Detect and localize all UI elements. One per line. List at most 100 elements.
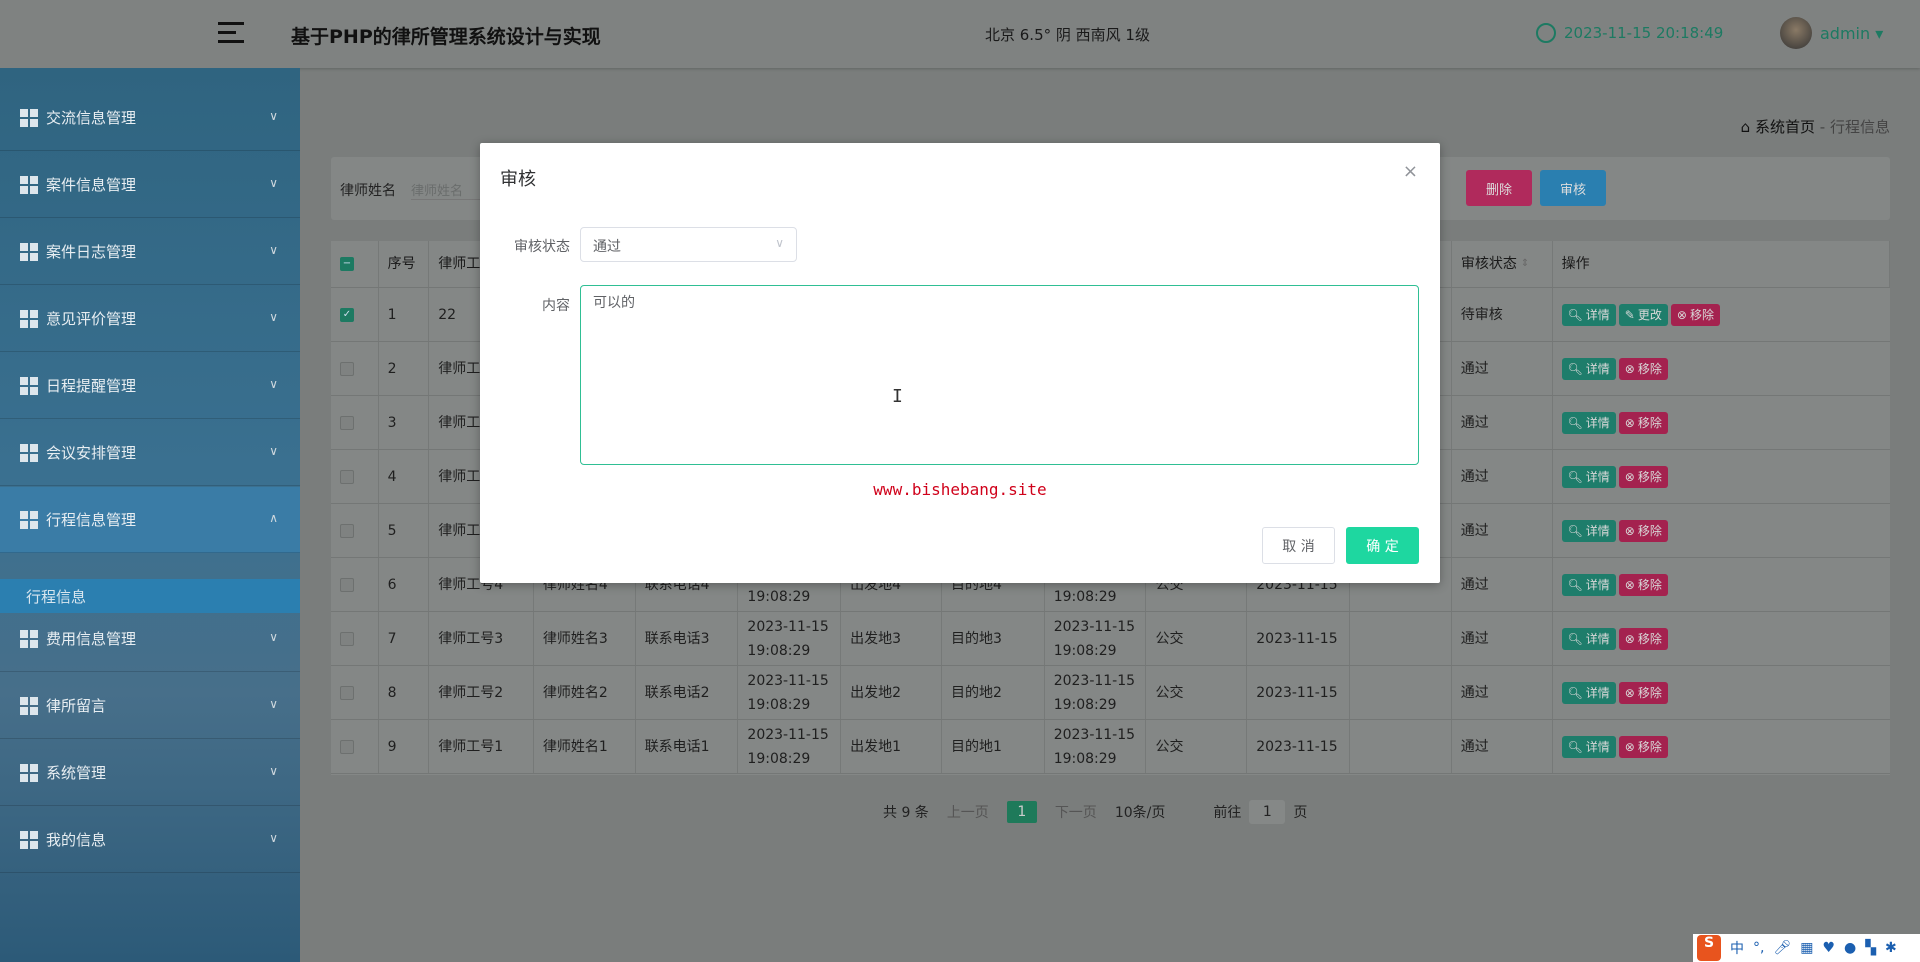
- action-0-button[interactable]: 🔍︎ 详情: [1561, 357, 1616, 380]
- user-icon: [20, 309, 38, 328]
- chevron-down-icon: ∨: [269, 109, 278, 123]
- user-menu[interactable]: admin ▾: [1780, 17, 1883, 49]
- breadcrumb-current: 行程信息: [1829, 118, 1890, 136]
- row-select[interactable]: [331, 342, 379, 395]
- select-all-checkbox[interactable]: −: [340, 257, 354, 271]
- table-row[interactable]: 8 律师工号2 律师姓名2 联系电话2 2023-11-15 19:08:29 出发地2 目…: [331, 666, 1890, 720]
- cell-actions: 🔍︎ 详情 ⊗ 移除: [1553, 558, 1890, 611]
- ime-mode[interactable]: 中: [1730, 938, 1744, 958]
- action-1-button[interactable]: ✎ 更改: [1618, 303, 1668, 326]
- action-0-button[interactable]: 🔍︎ 详情: [1561, 303, 1616, 326]
- breadcrumb-home[interactable]: 系统首页: [1755, 118, 1815, 136]
- action-1-button[interactable]: ⊗ 移除: [1618, 357, 1668, 380]
- sidebar-item-2[interactable]: 案件信息管理 ∨: [0, 152, 300, 218]
- row-checkbox[interactable]: [340, 523, 354, 538]
- row-checkbox[interactable]: [340, 361, 354, 376]
- delete-button[interactable]: 删除: [1466, 170, 1532, 206]
- username[interactable]: admin ▾: [1820, 24, 1883, 43]
- action-0-button[interactable]: 🔍︎ 详情: [1561, 573, 1616, 596]
- confirm-button[interactable]: 确 定: [1346, 527, 1419, 564]
- cancel-button[interactable]: 取 消: [1262, 527, 1335, 564]
- row-select[interactable]: [331, 558, 379, 611]
- sidebar-item-3[interactable]: 案件日志管理 ∨: [0, 219, 300, 285]
- action-0-button[interactable]: 🔍︎ 详情: [1561, 465, 1616, 488]
- sidebar-item-4[interactable]: 意见评价管理 ∨: [0, 286, 300, 352]
- action-1-button[interactable]: ⊗ 移除: [1618, 411, 1668, 434]
- apps-icon[interactable]: ▚: [1865, 940, 1876, 956]
- column-header[interactable]: 审核状态 ⇕: [1452, 241, 1553, 287]
- sort-icon[interactable]: ⇕: [1521, 252, 1529, 276]
- menu-toggle-icon[interactable]: [218, 22, 244, 44]
- row-select[interactable]: [331, 504, 379, 557]
- cell-index: 6: [379, 558, 430, 611]
- row-checkbox[interactable]: [340, 739, 354, 754]
- settings-icon[interactable]: ✱: [1885, 940, 1897, 956]
- sidebar-item-label: 案件日志管理: [46, 243, 137, 261]
- content-textarea[interactable]: 可以的: [580, 285, 1419, 465]
- sidebar-item-5[interactable]: 日程提醒管理 ∨: [0, 353, 300, 419]
- close-icon[interactable]: ×: [1403, 161, 1418, 182]
- row-select[interactable]: ✓: [331, 288, 379, 341]
- action-0-button[interactable]: 🔍︎ 详情: [1561, 411, 1616, 434]
- action-1-button[interactable]: ⊗ 移除: [1618, 465, 1668, 488]
- skin-icon[interactable]: ♥: [1822, 940, 1835, 956]
- card-icon: [20, 830, 38, 849]
- table-row[interactable]: 9 律师工号1 律师姓名1 联系电话1 2023-11-15 19:08:29 出发地1 目…: [331, 720, 1890, 774]
- table-cell: 公交: [1146, 612, 1248, 665]
- table-cell: 2023-11-15 19:08:29: [1045, 612, 1147, 665]
- table-cell: 目的地1: [942, 720, 1045, 773]
- sidebar-item-1[interactable]: 交流信息管理 ∨: [0, 85, 300, 151]
- action-1-button[interactable]: ⊗ 移除: [1618, 519, 1668, 542]
- table-row[interactable]: 7 律师工号3 律师姓名3 联系电话3 2023-11-15 19:08:29 出发地3 目…: [331, 612, 1890, 666]
- action-1-button[interactable]: ⊗ 移除: [1618, 681, 1668, 704]
- keyboard-icon[interactable]: ▦: [1800, 940, 1813, 956]
- goto-input[interactable]: 1: [1249, 800, 1286, 824]
- microphone-icon[interactable]: 🎤︎: [1773, 940, 1791, 956]
- row-checkbox[interactable]: ✓: [340, 307, 354, 322]
- sidebar-item-11[interactable]: 我的信息 ∨: [0, 807, 300, 873]
- next-page[interactable]: 下一页: [1055, 802, 1097, 822]
- row-select[interactable]: [331, 396, 379, 449]
- action-1-button[interactable]: ⊗ 移除: [1618, 735, 1668, 758]
- table-cell: [1350, 720, 1452, 773]
- page-size-select[interactable]: 10条/页: [1115, 802, 1166, 822]
- robot-icon[interactable]: ●: [1844, 940, 1856, 956]
- sidebar-item-6[interactable]: 会议安排管理 ∨: [0, 420, 300, 486]
- prev-page[interactable]: 上一页: [947, 802, 989, 822]
- row-select[interactable]: [331, 666, 379, 719]
- action-1-button[interactable]: ⊗ 移除: [1618, 627, 1668, 650]
- row-checkbox[interactable]: [340, 415, 354, 430]
- ime-toolbar[interactable]: S 中 °, 🎤︎ ▦ ♥ ● ▚ ✱: [1693, 934, 1920, 962]
- sidebar-subitem-trip[interactable]: 行程信息: [0, 579, 300, 613]
- action-label: 详情: [1585, 415, 1610, 430]
- app-title: 基于PHP的律所管理系统设计与实现: [291, 26, 601, 48]
- edit-icon: ✎: [1624, 307, 1635, 322]
- row-checkbox[interactable]: [340, 469, 354, 484]
- row-checkbox[interactable]: [340, 631, 354, 646]
- action-2-button[interactable]: ⊗ 移除: [1670, 303, 1720, 326]
- action-1-button[interactable]: ⊗ 移除: [1618, 573, 1668, 596]
- page-1[interactable]: 1: [1006, 801, 1037, 823]
- audit-button[interactable]: 审核: [1540, 170, 1606, 206]
- status-select[interactable]: 通过 ∨: [580, 227, 797, 262]
- action-0-button[interactable]: 🔍︎ 详情: [1561, 519, 1616, 542]
- action-0-button[interactable]: 🔍︎ 详情: [1561, 627, 1616, 650]
- action-0-button[interactable]: 🔍︎ 详情: [1561, 681, 1616, 704]
- action-label: 移除: [1637, 523, 1662, 538]
- row-checkbox[interactable]: [340, 685, 354, 700]
- sidebar-item-10[interactable]: 系统管理 ∨: [0, 740, 300, 806]
- table-cell: 2023-11-15 19:08:29: [738, 666, 842, 719]
- row-select[interactable]: [331, 450, 379, 503]
- row-checkbox[interactable]: [340, 577, 354, 592]
- row-select[interactable]: [331, 720, 379, 773]
- ime-punct[interactable]: °,: [1753, 940, 1764, 956]
- action-label: 详情: [1585, 361, 1610, 376]
- row-select[interactable]: [331, 612, 379, 665]
- goto-label: 前往: [1213, 805, 1242, 821]
- sidebar-item-7[interactable]: 行程信息管理 ∧: [0, 487, 300, 553]
- sidebar-item-8[interactable]: 费用信息管理 ∨: [0, 606, 300, 672]
- total-count: 共 9 条: [883, 805, 929, 821]
- table-cell: 2023-11-15: [1247, 612, 1350, 665]
- sidebar-item-9[interactable]: 律所留言 ∨: [0, 673, 300, 739]
- action-0-button[interactable]: 🔍︎ 详情: [1561, 735, 1616, 758]
